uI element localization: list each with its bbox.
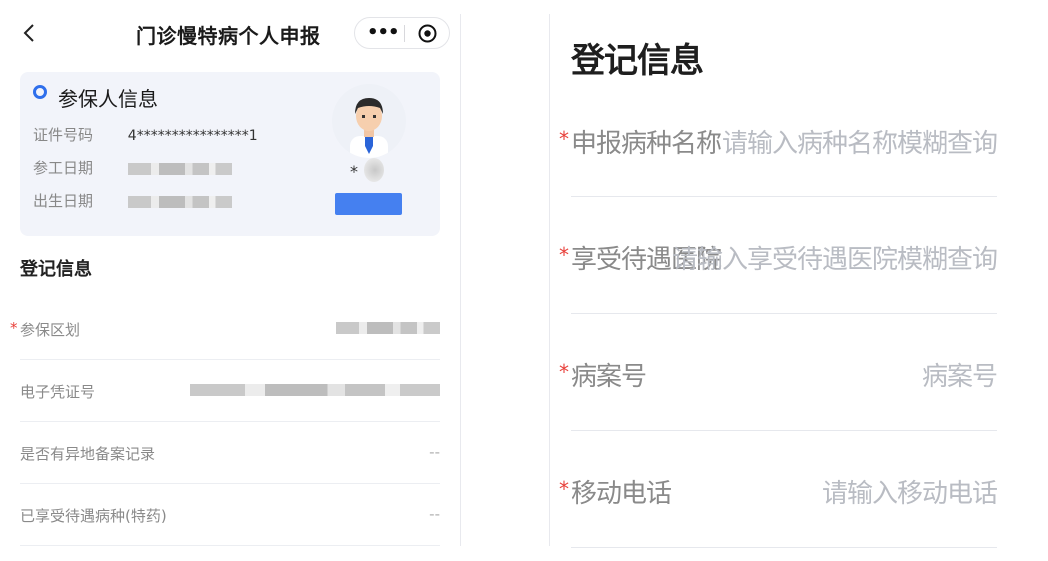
gender-indicator: *	[350, 158, 384, 182]
doctor-avatar-icon	[350, 98, 388, 158]
form-label: 参保区划	[20, 321, 81, 339]
target-icon[interactable]	[417, 23, 438, 44]
form-label: 已享受待遇病种(特药)	[20, 507, 167, 525]
panel-divider	[460, 14, 461, 546]
hospital-input[interactable]: 请输入享受待遇医院模糊查询	[672, 239, 998, 276]
section-dot-icon	[33, 85, 47, 99]
form-row-insured-region[interactable]: * 参保区划	[10, 297, 440, 360]
id-number-value: 4****************1	[127, 128, 258, 144]
form-label: 移动电话	[571, 479, 672, 509]
form-value: --	[429, 505, 440, 523]
more-icon[interactable]: •••	[367, 22, 400, 43]
mobile-phone-input[interactable]: 请输入移动电话	[822, 473, 998, 510]
disease-name-input[interactable]: 请输入病种名称模糊查询	[722, 123, 998, 160]
form-row-mobile-phone[interactable]: * 移动电话 请输入移动电话	[559, 431, 998, 548]
page-title: 门诊慢特病个人申报	[136, 24, 321, 48]
required-mark: *	[10, 319, 18, 337]
chevron-left-icon	[23, 24, 34, 42]
form-value: --	[429, 443, 440, 461]
form-row-disease-name[interactable]: * 申报病种名称 请输入病种名称模糊查询	[559, 82, 998, 197]
id-number-label: 证件号码	[33, 126, 94, 144]
id-number-row: 证件号码 4****************1	[33, 124, 258, 144]
gender-icon	[364, 158, 384, 182]
form-value-redacted	[336, 322, 440, 334]
form-label: 是否有异地备案记录	[20, 445, 156, 463]
required-mark: *	[559, 477, 569, 501]
birth-date-value-redacted	[127, 195, 232, 208]
work-date-value-redacted	[127, 162, 232, 175]
form-label: 电子凭证号	[20, 383, 96, 401]
case-number-input[interactable]: 病案号	[922, 356, 998, 393]
card-title: 参保人信息	[58, 87, 158, 111]
required-mark: *	[559, 243, 569, 267]
avatar	[332, 84, 406, 158]
back-button[interactable]	[18, 19, 44, 47]
birth-date-row: 出生日期	[33, 190, 232, 210]
required-mark: *	[559, 360, 569, 384]
form-row-case-number[interactable]: * 病案号 病案号	[559, 314, 998, 431]
form-row-remote-record[interactable]: 是否有异地备案记录 --	[20, 421, 440, 484]
birth-date-label: 出生日期	[33, 192, 94, 210]
work-date-row: 参工日期	[33, 157, 232, 177]
mini-program-capsule: •••	[354, 17, 450, 49]
capsule-divider	[404, 25, 405, 42]
form-row-enjoyed-disease[interactable]: 已享受待遇病种(特药) --	[20, 483, 440, 546]
left-screen: 门诊慢特病个人申报 ••• 参保人信息 证件号码 4**************…	[0, 0, 460, 561]
view-button[interactable]	[335, 193, 402, 215]
nav-bar: 门诊慢特病个人申报 •••	[0, 10, 460, 56]
insured-info-card: 参保人信息 证件号码 4****************1 参工日期 出生日期	[20, 72, 440, 236]
section-title: 登记信息	[20, 259, 92, 280]
form-row-hospital[interactable]: * 享受待遇医院 请输入享受待遇医院模糊查询	[559, 197, 998, 314]
form-label: 申报病种名称	[571, 129, 722, 159]
right-screen: 登记信息 * 申报病种名称 请输入病种名称模糊查询 * 享受待遇医院 请输入享受…	[550, 0, 1048, 561]
gender-mark: *	[350, 162, 358, 181]
work-date-label: 参工日期	[33, 159, 94, 177]
section-title: 登记信息	[571, 41, 704, 81]
form-value-redacted	[190, 384, 440, 396]
form-row-e-voucher[interactable]: 电子凭证号	[20, 359, 440, 422]
required-mark: *	[559, 127, 569, 151]
form-label: 病案号	[571, 362, 647, 392]
